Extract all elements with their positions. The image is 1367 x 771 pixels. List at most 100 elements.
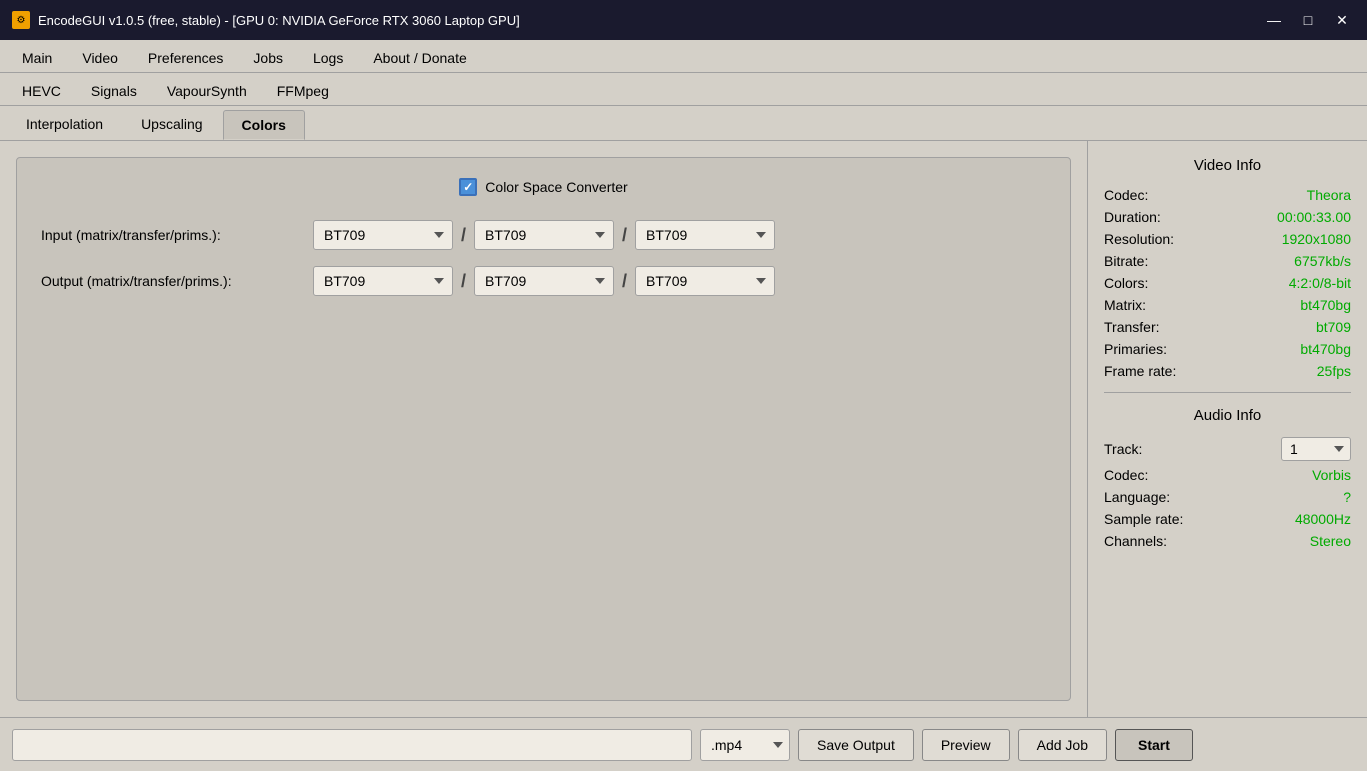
- filename-input[interactable]: [12, 729, 692, 761]
- menu-item-jobs[interactable]: Jobs: [239, 44, 297, 72]
- format-select[interactable]: .mp4 .mkv .mov .avi: [700, 729, 790, 761]
- submenu-item-hevc[interactable]: HEVC: [8, 77, 75, 105]
- start-button[interactable]: Start: [1115, 729, 1193, 761]
- output-prims-select[interactable]: BT709 BT601 BT2020: [635, 266, 775, 296]
- output-label: Output (matrix/transfer/prims.):: [41, 273, 301, 289]
- video-bitrate-value: 6757kb/s: [1294, 253, 1351, 269]
- close-button[interactable]: ✕: [1329, 9, 1355, 31]
- video-primaries-label: Primaries:: [1104, 341, 1167, 357]
- maximize-button[interactable]: □: [1295, 9, 1321, 31]
- video-transfer-label: Transfer:: [1104, 319, 1160, 335]
- video-bitrate-label: Bitrate:: [1104, 253, 1148, 269]
- video-resolution-value: 1920x1080: [1282, 231, 1351, 247]
- content-area: Color Space Converter Input (matrix/tran…: [0, 141, 1367, 717]
- submenu-item-ffmpeg[interactable]: FFMpeg: [263, 77, 343, 105]
- audio-track-row: Track: 1 2: [1104, 434, 1351, 464]
- input-dropdown-row: Input (matrix/transfer/prims.): BT709 BT…: [41, 220, 1046, 250]
- colors-panel: Color Space Converter Input (matrix/tran…: [16, 157, 1071, 701]
- video-colors-value: 4:2:0/8-bit: [1289, 275, 1351, 291]
- video-codec-row: Codec: Theora: [1104, 184, 1351, 206]
- save-output-button[interactable]: Save Output: [798, 729, 914, 761]
- menu-item-about-donate[interactable]: About / Donate: [359, 44, 480, 72]
- titlebar: ⚙ EncodeGUI v1.0.5 (free, stable) - [GPU…: [0, 0, 1367, 40]
- video-duration-row: Duration: 00:00:33.00: [1104, 206, 1351, 228]
- input-matrix-select[interactable]: BT709 BT601 BT2020: [313, 220, 453, 250]
- submenubar1: HEVC Signals VapourSynth FFMpeg: [0, 73, 1367, 106]
- audio-channels-value: Stereo: [1310, 533, 1351, 549]
- app-title: EncodeGUI v1.0.5 (free, stable) - [GPU 0…: [38, 13, 520, 28]
- submenu2-item-colors[interactable]: Colors: [223, 110, 305, 140]
- audio-samplerate-value: 48000Hz: [1295, 511, 1351, 527]
- submenubar2: Interpolation Upscaling Colors: [0, 106, 1367, 141]
- preview-button[interactable]: Preview: [922, 729, 1010, 761]
- video-codec-label: Codec:: [1104, 187, 1148, 203]
- audio-info-title: Audio Info: [1104, 407, 1351, 424]
- output-matrix-select[interactable]: BT709 BT601 BT2020: [313, 266, 453, 296]
- output-sep2: /: [622, 271, 627, 292]
- submenu2-item-upscaling[interactable]: Upscaling: [123, 110, 220, 140]
- audio-language-value: ?: [1343, 489, 1351, 505]
- app-body: Main Video Preferences Jobs Logs About /…: [0, 40, 1367, 771]
- titlebar-controls: — □ ✕: [1261, 9, 1355, 31]
- menu-item-logs[interactable]: Logs: [299, 44, 357, 72]
- audio-samplerate-label: Sample rate:: [1104, 511, 1183, 527]
- bottom-bar: .mp4 .mkv .mov .avi Save Output Preview …: [0, 717, 1367, 771]
- video-duration-value: 00:00:33.00: [1277, 209, 1351, 225]
- video-duration-label: Duration:: [1104, 209, 1161, 225]
- menu-item-preferences[interactable]: Preferences: [134, 44, 237, 72]
- video-matrix-row: Matrix: bt470bg: [1104, 294, 1351, 316]
- video-colors-row: Colors: 4:2:0/8-bit: [1104, 272, 1351, 294]
- audio-channels-row: Channels: Stereo: [1104, 530, 1351, 552]
- minimize-button[interactable]: —: [1261, 9, 1287, 31]
- audio-language-row: Language: ?: [1104, 486, 1351, 508]
- video-info-title: Video Info: [1104, 157, 1351, 174]
- audio-codec-label: Codec:: [1104, 467, 1148, 483]
- output-sep1: /: [461, 271, 466, 292]
- video-framerate-row: Frame rate: 25fps: [1104, 360, 1351, 382]
- video-matrix-value: bt470bg: [1300, 297, 1351, 313]
- video-framerate-label: Frame rate:: [1104, 363, 1176, 379]
- video-transfer-value: bt709: [1316, 319, 1351, 335]
- output-transfer-select[interactable]: BT709 BT601 BT2020: [474, 266, 614, 296]
- input-sep1: /: [461, 225, 466, 246]
- audio-codec-row: Codec: Vorbis: [1104, 464, 1351, 486]
- video-resolution-row: Resolution: 1920x1080: [1104, 228, 1351, 250]
- video-primaries-row: Primaries: bt470bg: [1104, 338, 1351, 360]
- audio-samplerate-row: Sample rate: 48000Hz: [1104, 508, 1351, 530]
- menu-item-main[interactable]: Main: [8, 44, 66, 72]
- audio-codec-value: Vorbis: [1312, 467, 1351, 483]
- video-codec-value: Theora: [1307, 187, 1351, 203]
- color-space-converter-checkbox[interactable]: [459, 178, 477, 196]
- main-panel: Color Space Converter Input (matrix/tran…: [0, 141, 1087, 717]
- video-transfer-row: Transfer: bt709: [1104, 316, 1351, 338]
- submenu-item-vapoursynth[interactable]: VapourSynth: [153, 77, 261, 105]
- app-icon: ⚙: [12, 11, 30, 29]
- video-matrix-label: Matrix:: [1104, 297, 1146, 313]
- right-panel: Video Info Codec: Theora Duration: 00:00…: [1087, 141, 1367, 717]
- video-colors-label: Colors:: [1104, 275, 1148, 291]
- input-transfer-select[interactable]: BT709 BT601 BT2020: [474, 220, 614, 250]
- add-job-button[interactable]: Add Job: [1018, 729, 1107, 761]
- color-space-converter-label: Color Space Converter: [485, 179, 627, 195]
- submenu-item-signals[interactable]: Signals: [77, 77, 151, 105]
- input-dropdown-group: BT709 BT601 BT2020 / BT709 BT601 BT2020 …: [313, 220, 775, 250]
- video-bitrate-row: Bitrate: 6757kb/s: [1104, 250, 1351, 272]
- audio-language-label: Language:: [1104, 489, 1170, 505]
- input-prims-select[interactable]: BT709 BT601 BT2020: [635, 220, 775, 250]
- video-resolution-label: Resolution:: [1104, 231, 1174, 247]
- menubar: Main Video Preferences Jobs Logs About /…: [0, 40, 1367, 73]
- titlebar-left: ⚙ EncodeGUI v1.0.5 (free, stable) - [GPU…: [12, 11, 520, 29]
- input-sep2: /: [622, 225, 627, 246]
- output-dropdown-row: Output (matrix/transfer/prims.): BT709 B…: [41, 266, 1046, 296]
- info-divider: [1104, 392, 1351, 393]
- submenu2-item-interpolation[interactable]: Interpolation: [8, 110, 121, 140]
- audio-channels-label: Channels:: [1104, 533, 1167, 549]
- audio-track-select[interactable]: 1 2: [1281, 437, 1351, 461]
- audio-track-label: Track:: [1104, 441, 1142, 457]
- color-space-converter-row: Color Space Converter: [41, 178, 1046, 196]
- video-framerate-value: 25fps: [1317, 363, 1351, 379]
- output-dropdown-group: BT709 BT601 BT2020 / BT709 BT601 BT2020 …: [313, 266, 775, 296]
- menu-item-video[interactable]: Video: [68, 44, 132, 72]
- input-label: Input (matrix/transfer/prims.):: [41, 227, 301, 243]
- video-primaries-value: bt470bg: [1300, 341, 1351, 357]
